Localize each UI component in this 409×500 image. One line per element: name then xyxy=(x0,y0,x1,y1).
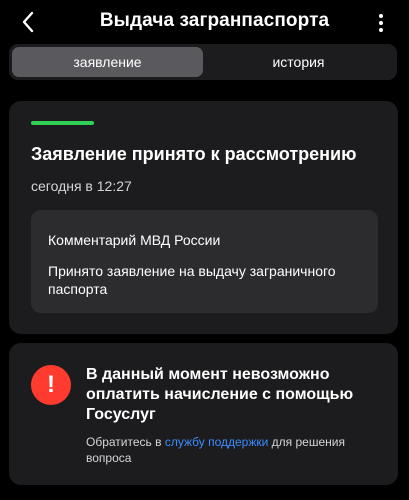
status-time: сегодня в 12:27 xyxy=(31,178,132,194)
comment-title: Комментарий МВД России xyxy=(48,232,221,248)
back-button[interactable] xyxy=(16,10,40,34)
header: Выдача загранпаспорта xyxy=(0,0,409,44)
alert-text-before: Обратитесь в xyxy=(86,435,165,449)
status-title: Заявление принято к рассмотрению xyxy=(31,144,357,164)
exclamation-icon: ! xyxy=(31,365,71,405)
status-progress-bar xyxy=(31,121,94,125)
tab-history[interactable]: история xyxy=(203,47,394,77)
page-title: Выдача загранпаспорта xyxy=(99,10,330,31)
alert-text: Обратитесь в службу поддержки для решени… xyxy=(86,434,386,466)
tab-bar: заявление история xyxy=(9,44,397,80)
more-options-button[interactable] xyxy=(371,12,391,34)
support-link[interactable]: службу поддержки xyxy=(165,435,268,449)
more-vertical-icon xyxy=(379,14,383,32)
chevron-left-icon xyxy=(22,11,34,33)
status-card: Заявление принято к рассмотрению сегодня… xyxy=(9,101,398,334)
alert-title: В данный момент невозможно оплатить начи… xyxy=(86,366,354,423)
tab-application[interactable]: заявление xyxy=(12,47,203,77)
comment-text: Принято заявление на выдачу заграничного… xyxy=(48,263,336,297)
comment-box: Комментарий МВД России Принято заявление… xyxy=(31,210,378,313)
alert-card: ! В данный момент невозможно оплатить на… xyxy=(9,343,398,485)
